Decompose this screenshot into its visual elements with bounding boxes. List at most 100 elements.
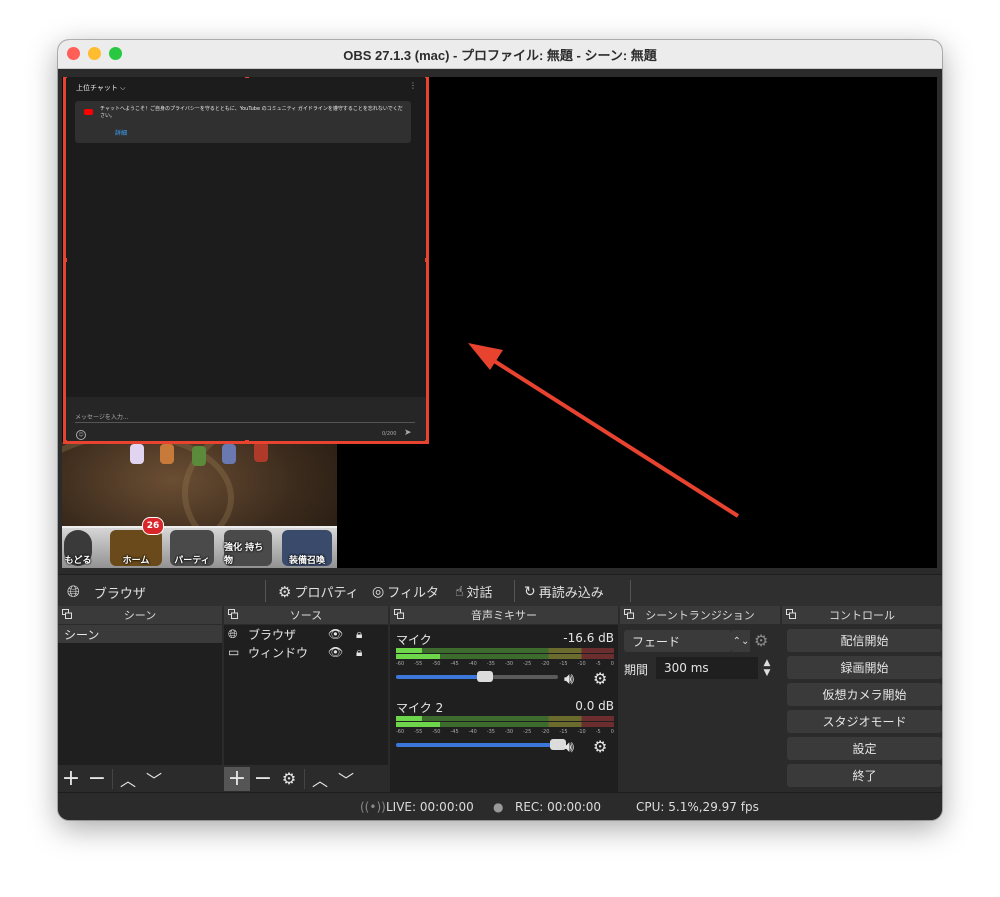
resize-handle[interactable] [425,440,429,444]
volume-meter [396,654,614,659]
volume-slider-knob[interactable] [477,671,494,682]
chevron-up-icon[interactable]: ▲ [764,658,771,668]
game-items-button: 強化 持ち物 [224,530,272,566]
studio-mode-button[interactable]: スタジオモード [787,710,942,733]
docks: シーン シーン + − ︿ ﹀ ソース 🌐︎ ブラウザ 👁︎ 🔒︎ ▭ ウィンド… [58,606,942,792]
resize-handle[interactable] [63,258,67,262]
mixer-title: 音声ミキサー [471,609,537,622]
resize-handle[interactable] [425,77,429,78]
filters-button[interactable]: ◎ フィルタ [372,582,439,602]
resize-handle[interactable] [245,77,249,78]
move-source-up-button[interactable]: ︿ [307,767,333,791]
game-character [222,444,236,464]
start-streaming-button[interactable]: 配信開始 [787,629,942,652]
live-timer: LIVE: 00:00:00 [386,800,474,814]
sources-dock-title: ソース [224,606,388,624]
scale-tick: 0 [610,729,614,735]
scale-tick: -60 [396,661,405,667]
remove-scene-button[interactable]: − [84,766,110,791]
exit-button[interactable]: 終了 [787,764,942,787]
lock-icon[interactable]: 🔒︎ [356,645,362,660]
remove-source-button[interactable]: − [250,766,276,791]
duration-input[interactable]: 300 ms [656,657,758,679]
scale-tick: -25 [523,661,532,667]
move-scene-up-button[interactable]: ︿ [115,767,141,791]
source-properties-button[interactable]: ⚙ [276,767,302,791]
move-scene-down-button[interactable]: ﹀ [141,767,167,791]
float-dock-icon[interactable] [62,609,72,619]
scale-tick: -35 [486,661,495,667]
gear-icon: ⚙ [278,582,292,601]
interact-button[interactable]: ☝ 対話 [455,582,493,602]
controls-dock: コントロール 配信開始 録画開始 仮想カメラ開始 スタジオモード 設定 終了 [782,606,942,792]
notification-badge: 26 [142,517,164,535]
duration-label: 期間 [624,663,649,677]
lock-icon[interactable]: 🔒︎ [356,627,362,642]
filter-icon: ◎ [372,583,385,600]
chevron-up-down-icon[interactable]: ⌃⌄ [732,630,750,652]
live-broadcast-icon: ((•)) [360,800,386,814]
transition-select[interactable]: フェード [624,630,732,652]
window-title: OBS 27.1.3 (mac) - プロファイル: 無題 - シーン: 無題 [343,47,657,63]
add-source-button[interactable]: + [224,766,250,791]
source-item[interactable]: 🌐︎ ブラウザ 👁︎ 🔒︎ [224,625,388,643]
scale-tick: 0 [610,661,614,667]
game-summon-button: 装備召喚 [282,530,332,566]
float-dock-icon[interactable] [624,609,634,619]
move-source-down-button[interactable]: ﹀ [333,767,359,791]
mixer-dock-title: 音声ミキサー [390,606,618,624]
sources-dock: ソース 🌐︎ ブラウザ 👁︎ 🔒︎ ▭ ウィンドウ 👁︎ 🔒︎ + − ⚙ ︿ … [224,606,388,792]
properties-button[interactable]: ⚙ プロパティ [278,582,359,602]
chevron-down-icon[interactable]: ▼ [764,668,771,678]
close-button[interactable] [67,47,80,60]
volume-slider[interactable] [396,739,566,750]
source-item[interactable]: ▭ ウィンドウ 👁︎ 🔒︎ [224,643,388,661]
eye-icon[interactable]: 👁︎ [328,645,343,659]
sources-title: ソース [289,609,323,622]
scale-tick: -10 [577,661,586,667]
controls-title: コントロール [829,609,895,622]
game-character [192,446,206,466]
game-character [160,444,174,464]
float-dock-icon[interactable] [394,609,404,619]
volume-slider-fill [396,675,486,679]
scene-item[interactable]: シーン [58,625,222,643]
volume-meter [396,648,614,653]
float-dock-icon[interactable] [228,609,238,619]
resize-handle[interactable] [63,77,67,78]
scale-tick: -5 [595,661,601,667]
duration-stepper[interactable]: ▲ ▼ [760,657,774,679]
reload-button[interactable]: ↻ 再読み込み [524,582,604,602]
mixer-channel: マイク -16.6 dB -60 -55 -50 -45 -40 -35 -30 -25 -20… [396,631,614,691]
volume-slider[interactable] [396,671,558,682]
properties-label: プロパティ [294,586,359,601]
globe-icon: 🌐︎ [228,626,238,641]
add-scene-button[interactable]: + [58,766,84,791]
scale-tick: -40 [468,661,477,667]
resize-handle[interactable] [425,258,429,262]
window-icon: ▭ [228,645,240,659]
speaker-icon[interactable]: 🔊︎ [564,737,574,757]
resize-handle[interactable] [63,440,67,444]
meter-fill [396,648,423,653]
speaker-icon[interactable]: 🔊︎ [564,669,574,689]
gear-icon[interactable]: ⚙ [593,669,607,688]
selection-box[interactable] [63,77,429,444]
float-dock-icon[interactable] [786,609,796,619]
reload-label: 再読み込み [538,586,604,601]
zoom-button[interactable] [109,47,122,60]
resize-handle[interactable] [245,440,249,444]
minimize-button[interactable] [88,47,101,60]
separator [112,768,113,789]
start-recording-button[interactable]: 録画開始 [787,656,942,679]
traffic-lights [67,47,122,60]
selected-source: 🌐︎ ブラウザ [67,582,146,602]
preview-canvas[interactable]: もどる ホーム 26 パーティ 強化 持ち物 装備召喚 上位チャット ⌵ ⋮ チ… [62,77,937,568]
settings-button[interactable]: 設定 [787,737,942,760]
eye-icon[interactable]: 👁︎ [328,627,343,641]
gear-icon[interactable]: ⚙ [593,737,607,756]
start-virtual-camera-button[interactable]: 仮想カメラ開始 [787,683,942,706]
gear-icon[interactable]: ⚙ [754,631,768,650]
transitions-dock-title: シーントランジション [620,606,780,624]
source-toolbar: 🌐︎ ブラウザ ⚙ プロパティ ◎ フィルタ ☝ 対話 ↻ 再読み込み [58,574,942,607]
